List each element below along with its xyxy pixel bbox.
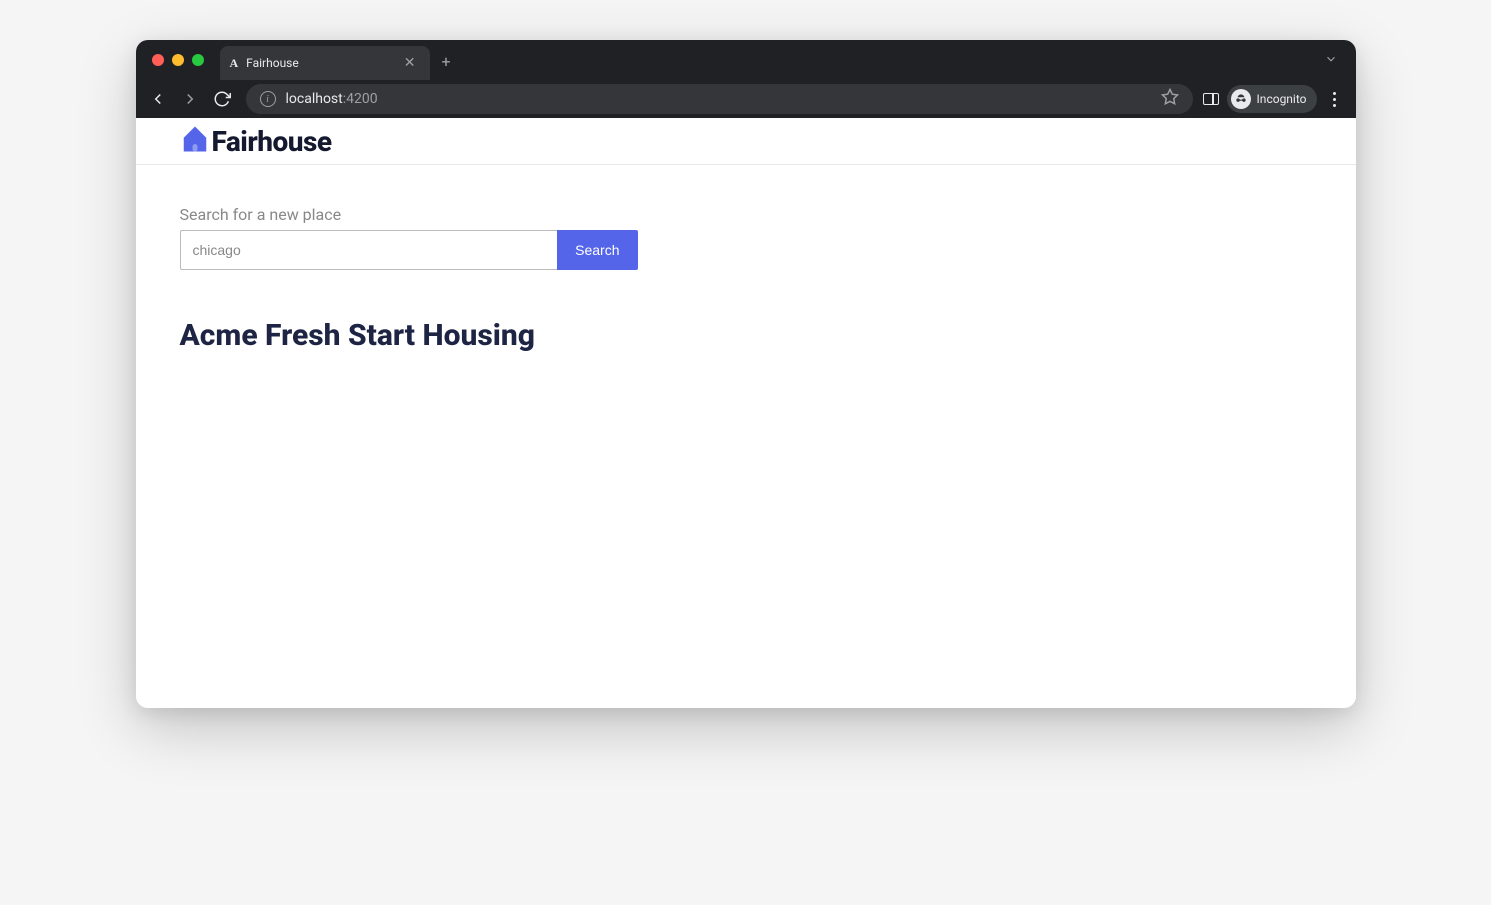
url-host: localhost	[286, 91, 343, 107]
app-logo[interactable]: Fairhouse	[180, 124, 332, 158]
search-button[interactable]: Search	[557, 230, 637, 270]
bookmark-star-icon[interactable]	[1161, 88, 1179, 110]
window-traffic-lights	[144, 54, 220, 66]
search-row: Search	[180, 230, 638, 270]
main-content: Search for a new place Search Acme Fresh…	[136, 165, 1356, 393]
search-input[interactable]	[180, 230, 558, 270]
incognito-label: Incognito	[1257, 92, 1307, 106]
reload-button[interactable]	[208, 85, 236, 113]
tab-bar: A Fairhouse ✕ +	[136, 40, 1356, 80]
page-viewport: Fairhouse Search for a new place Search …	[136, 118, 1356, 708]
app-header: Fairhouse	[136, 118, 1356, 165]
house-icon	[180, 124, 210, 158]
url-rest: :4200	[343, 91, 378, 107]
browser-window: A Fairhouse ✕ + i localhost:4200	[136, 40, 1356, 708]
browser-tab[interactable]: A Fairhouse ✕	[220, 46, 430, 80]
incognito-icon	[1231, 89, 1251, 109]
toolbar-right: Incognito	[1203, 85, 1348, 113]
search-label: Search for a new place	[180, 205, 1312, 224]
tabs-dropdown-icon[interactable]	[1314, 51, 1348, 70]
url-text: localhost:4200	[286, 91, 378, 107]
forward-button[interactable]	[176, 85, 204, 113]
new-tab-button[interactable]: +	[430, 52, 463, 71]
window-maximize-button[interactable]	[192, 54, 204, 66]
site-info-icon[interactable]: i	[260, 91, 276, 107]
browser-toolbar: i localhost:4200 Incognito	[136, 80, 1356, 118]
browser-menu-icon[interactable]	[1325, 92, 1344, 107]
result-heading: Acme Fresh Start Housing	[180, 318, 1312, 353]
window-minimize-button[interactable]	[172, 54, 184, 66]
tab-title: Fairhouse	[246, 56, 392, 70]
tab-favicon: A	[230, 56, 239, 71]
tab-close-icon[interactable]: ✕	[400, 55, 420, 71]
logo-text: Fairhouse	[212, 125, 332, 158]
side-panel-icon[interactable]	[1203, 93, 1219, 105]
browser-chrome: A Fairhouse ✕ + i localhost:4200	[136, 40, 1356, 118]
incognito-badge[interactable]: Incognito	[1227, 85, 1317, 113]
address-bar[interactable]: i localhost:4200	[246, 84, 1193, 114]
window-close-button[interactable]	[152, 54, 164, 66]
back-button[interactable]	[144, 85, 172, 113]
